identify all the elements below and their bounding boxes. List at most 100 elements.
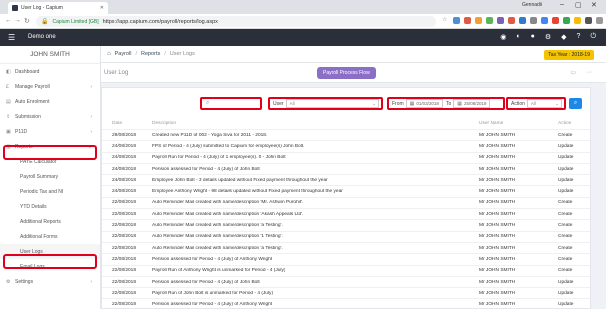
sidebar-item-periodic-tax-ni[interactable]: Periodic Tax and NI xyxy=(0,184,100,199)
secure-label: Capium Limited [GB] xyxy=(52,18,99,25)
breadcrumb-payroll[interactable]: Payroll xyxy=(115,51,132,57)
row-description: Payroll Run of John Bolt is unmarked for… xyxy=(152,290,274,296)
extension-icon[interactable] xyxy=(508,17,515,24)
column-header-date[interactable]: Date xyxy=(112,121,122,126)
table-row[interactable]: 22/08/2018 Pension assessed for Period - … xyxy=(102,275,590,287)
table-row[interactable]: 22/08/2018 Payroll Run of Anthony Wright … xyxy=(102,264,590,276)
sidebar-item-additional-reports[interactable]: Additional Reports xyxy=(0,214,100,229)
home-icon[interactable]: ⌂ xyxy=(107,51,111,57)
row-description: Pension assessed for Period - 4 (July) o… xyxy=(152,302,273,308)
extension-icon[interactable] xyxy=(596,17,603,24)
row-action: Create xyxy=(558,132,573,138)
extension-icon[interactable] xyxy=(552,17,559,24)
tag-icon[interactable]: ◆ xyxy=(561,33,566,41)
export-icon[interactable]: ⋯ xyxy=(586,69,592,76)
row-date: 22/08/2018 xyxy=(112,268,137,274)
sidebar-item-p11d[interactable]: ▣ P11D › xyxy=(0,124,100,139)
column-header-action[interactable]: Action xyxy=(558,121,571,126)
sidebar-item-ytd-details[interactable]: YTD Details xyxy=(0,199,100,214)
action-select[interactable]: All ⌄ xyxy=(526,99,562,108)
search-filter[interactable]: ⌕ xyxy=(200,97,262,110)
power-icon[interactable]: ⏻ xyxy=(590,33,596,41)
breadcrumb: ⌂ Payroll / Reports / User Logs Tax Year… xyxy=(101,46,606,63)
from-date-field[interactable]: ▦ 01/03/2018 xyxy=(405,99,443,108)
column-header-user-name[interactable]: User Name xyxy=(479,121,503,126)
sidebar-item-paye-calculator[interactable]: PAYE Calculator xyxy=(0,154,100,169)
row-user-name: Mr JOHN SMITH xyxy=(479,234,516,240)
sidebar-item-settings[interactable]: ⚙ Settings › xyxy=(0,274,100,289)
row-date: 22/08/2018 xyxy=(112,245,137,251)
extension-icon[interactable] xyxy=(497,17,504,24)
print-icon[interactable]: ▭ xyxy=(570,69,576,76)
table-row[interactable]: 29/08/2018 Created new P11D of 002 - Yoga… xyxy=(102,129,590,140)
forward-icon[interactable]: → xyxy=(14,17,21,24)
table-row[interactable]: 22/08/2018 Auto Reminder Mail created wit… xyxy=(102,196,590,208)
to-date-field[interactable]: ▦ 25/08/2018 xyxy=(453,99,491,108)
extension-icon[interactable] xyxy=(585,17,592,24)
table-row[interactable]: 24/08/2018 Pension assessed for Period - … xyxy=(102,162,590,174)
table-row[interactable]: 22/08/2018 Auto Reminder Mail created wit… xyxy=(102,208,590,219)
help-icon[interactable]: ◐ xyxy=(516,33,520,41)
minimize-icon[interactable]: – xyxy=(560,1,564,8)
profile-name[interactable]: Gennadii xyxy=(522,2,542,8)
browser-tab[interactable]: User Log - Capium ✕ xyxy=(8,2,108,14)
chevron-icon: › xyxy=(90,113,92,120)
table-row[interactable]: 24/08/2018 Employee Anthony Wright - 98 d… xyxy=(102,185,590,196)
sidebar-item-user-logs[interactable]: User Logs xyxy=(0,244,100,259)
sidebar-item-additional-forms[interactable]: Additional Forms xyxy=(0,229,100,244)
table-row[interactable]: 22/08/2018 Auto Reminder Mail created wit… xyxy=(102,230,590,242)
table-row[interactable]: 24/08/2018 Payroll Run for Period - 4 (Ju… xyxy=(102,151,590,163)
row-date: 22/08/2018 xyxy=(112,223,137,229)
extension-icon[interactable] xyxy=(464,17,471,24)
row-action: Update xyxy=(558,290,574,296)
table-row[interactable]: 22/08/2018 Auto Reminder Mail created wit… xyxy=(102,219,590,230)
column-header-description[interactable]: Description xyxy=(152,121,176,126)
table-row[interactable]: 22/08/2018 Auto Reminder Mail created wit… xyxy=(102,241,590,253)
row-date: 22/08/2018 xyxy=(112,200,137,206)
row-action: Update xyxy=(558,279,574,285)
table-row[interactable]: 22/08/2018 Pension assessed for Period - … xyxy=(102,253,590,264)
extension-icon[interactable] xyxy=(530,17,537,24)
sidebar-item-label: Additional Reports xyxy=(20,218,61,225)
table-row[interactable]: 24/08/2018 FPS of Period - 4 (July) submi… xyxy=(102,140,590,151)
close-window-icon[interactable]: ✕ xyxy=(591,1,597,9)
company-name[interactable]: Demo one xyxy=(28,34,56,40)
tax-year-badge[interactable]: Tax Year : 2018-19 xyxy=(544,50,594,60)
sidebar-item-payroll-summary[interactable]: Payroll Summary xyxy=(0,169,100,184)
extension-icon[interactable] xyxy=(519,17,526,24)
maximize-icon[interactable]: ▢ xyxy=(575,1,582,9)
hamburger-menu-icon[interactable]: ☰ xyxy=(8,33,15,42)
extension-icon[interactable] xyxy=(563,17,570,24)
user-icon[interactable]: ● xyxy=(531,33,535,41)
settings-icon[interactable]: ⚙ xyxy=(545,33,551,41)
sidebar-item-dashboard[interactable]: ◧ Dashboard xyxy=(0,64,100,79)
sidebar-item-submission[interactable]: ⇪ Submission › xyxy=(0,109,100,124)
extension-icon[interactable] xyxy=(574,17,581,24)
search-button[interactable]: ⌕ xyxy=(569,98,582,109)
sidebar-item-auto-enrolment[interactable]: ▤ Auto Enrolment xyxy=(0,94,100,109)
reload-icon[interactable]: ↻ xyxy=(24,17,30,25)
sidebar-item-reports[interactable]: ▥ Reports ⌄ xyxy=(0,139,100,154)
user-select[interactable]: All ⌄ xyxy=(285,99,379,108)
table-row[interactable]: 22/08/2018 Payroll Run of John Bolt is un… xyxy=(102,287,590,298)
extension-icon[interactable] xyxy=(486,17,493,24)
table-row[interactable]: 22/08/2018 Pension assessed for Period - … xyxy=(102,298,590,309)
close-tab-icon[interactable]: ✕ xyxy=(100,5,104,11)
page-title: User Log xyxy=(104,70,129,76)
row-action: Create xyxy=(558,268,573,274)
extension-icon[interactable] xyxy=(453,17,460,24)
action-filter-label: Action xyxy=(511,100,525,107)
globe-icon[interactable]: ◉ xyxy=(500,33,506,41)
payroll-process-flow-button[interactable]: Payroll Process Flow xyxy=(317,67,376,79)
row-description: Payroll Run for Period - 4 (July) of 1 e… xyxy=(152,155,286,161)
bookmark-star-icon[interactable]: ☆ xyxy=(442,17,449,24)
back-icon[interactable]: ← xyxy=(5,17,12,24)
sidebar-item-email-logs[interactable]: Email Logs xyxy=(0,259,100,274)
breadcrumb-reports[interactable]: Reports xyxy=(141,51,160,57)
extension-icon[interactable] xyxy=(541,17,548,24)
url-field[interactable]: 🔒 Capium Limited [GB] https://app.capium… xyxy=(36,16,436,27)
sidebar-item-manage-payroll[interactable]: £ Manage Payroll › xyxy=(0,79,100,94)
question-icon[interactable]: ? xyxy=(577,33,581,41)
extension-icon[interactable] xyxy=(475,17,482,24)
table-row[interactable]: 24/08/2018 Employee John Bolt - 3 details… xyxy=(102,174,590,185)
